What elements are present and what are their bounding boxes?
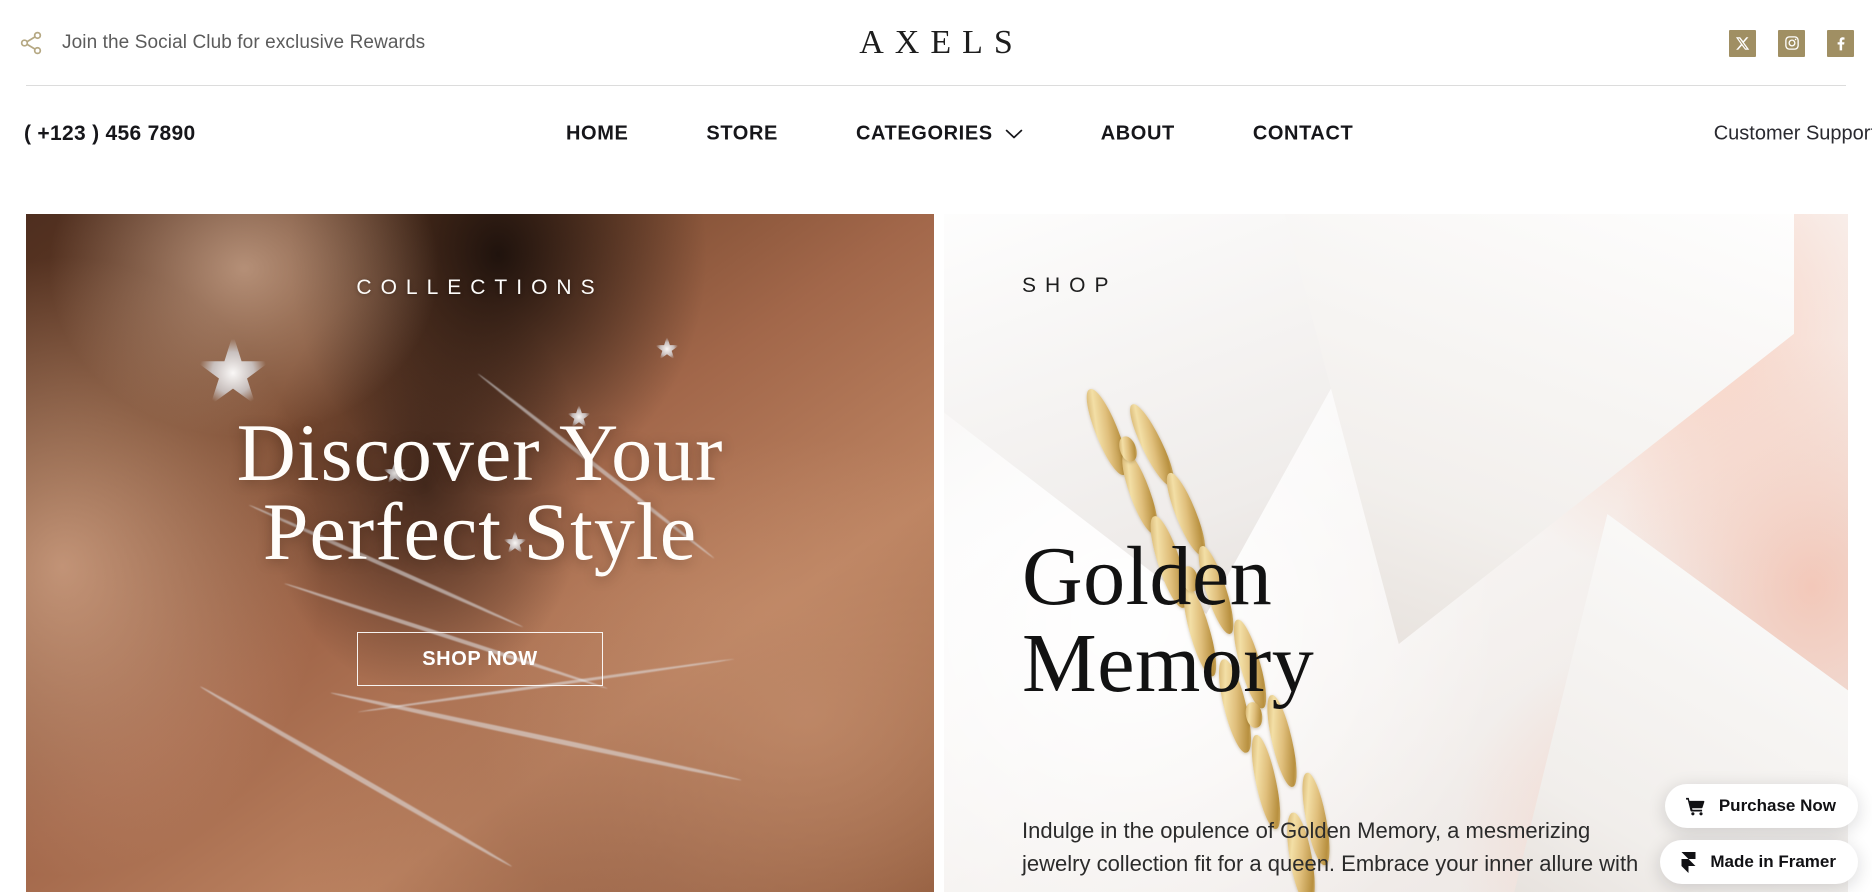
main-navigation: ( +123 ) 456 7890 HOME STORE CATEGORIES …	[0, 86, 1872, 182]
customer-support-link[interactable]: Customer Support	[1714, 123, 1872, 146]
hero-left-content: COLLECTIONS Discover Your Perfect Style …	[26, 214, 934, 892]
framer-logo-icon	[1680, 851, 1697, 873]
purchase-now-label: Purchase Now	[1718, 796, 1836, 815]
nav-item-home-label: HOME	[566, 122, 629, 145]
made-in-framer-label: Made in Framer	[1710, 852, 1836, 871]
nav-links: HOME STORE CATEGORIES ABOUT CONTACT	[566, 123, 1353, 146]
brand-logo[interactable]: AXELS	[0, 24, 1872, 62]
hero-left-title-line1: Discover Your	[236, 407, 724, 498]
nav-item-contact[interactable]: CONTACT	[1253, 123, 1353, 146]
hero-left-title-line2: Perfect Style	[262, 485, 698, 577]
floating-badges: Purchase Now Made in Framer	[1660, 784, 1858, 884]
nav-item-store-label: STORE	[706, 122, 778, 145]
hero-left-title: Discover Your Perfect Style	[26, 407, 934, 577]
nav-item-about[interactable]: ABOUT	[1101, 123, 1175, 146]
hero-section: COLLECTIONS Discover Your Perfect Style …	[0, 214, 1872, 892]
social-links	[1729, 29, 1854, 57]
hero-right-title-line2: Memory	[1022, 616, 1315, 710]
hero-panel-collections[interactable]: COLLECTIONS Discover Your Perfect Style …	[26, 214, 934, 892]
nav-item-store[interactable]: STORE	[706, 123, 778, 146]
hero-left-eyebrow: COLLECTIONS	[356, 276, 604, 299]
shopping-cart-icon	[1685, 796, 1706, 817]
announcement-bar: Join the Social Club for exclusive Rewar…	[0, 0, 1872, 86]
x-twitter-icon[interactable]	[1729, 29, 1756, 57]
nav-item-about-label: ABOUT	[1100, 122, 1175, 145]
nav-item-categories-label: CATEGORIES	[855, 122, 993, 145]
hero-right-paragraph: Indulge in the opulence of Golden Memory…	[1022, 818, 1639, 877]
shop-now-button[interactable]: SHOP NOW	[357, 632, 603, 686]
hero-right-eyebrow: SHOP	[1022, 274, 1118, 297]
hero-right-title: Golden Memory	[1022, 530, 1315, 710]
nav-item-contact-label: CONTACT	[1252, 122, 1354, 145]
made-in-framer-button[interactable]: Made in Framer	[1660, 840, 1858, 884]
hero-right-title-line1: Golden	[1022, 530, 1273, 623]
phone-number[interactable]: ( +123 ) 456 7890	[24, 122, 195, 146]
nav-item-home[interactable]: HOME	[566, 123, 628, 146]
facebook-icon[interactable]	[1827, 29, 1854, 57]
nav-item-categories[interactable]: CATEGORIES	[856, 123, 1023, 146]
purchase-now-button[interactable]: Purchase Now	[1664, 784, 1858, 828]
instagram-icon[interactable]	[1778, 29, 1805, 57]
page-root: Join the Social Club for exclusive Rewar…	[0, 0, 1872, 892]
chevron-down-icon	[1005, 129, 1023, 140]
